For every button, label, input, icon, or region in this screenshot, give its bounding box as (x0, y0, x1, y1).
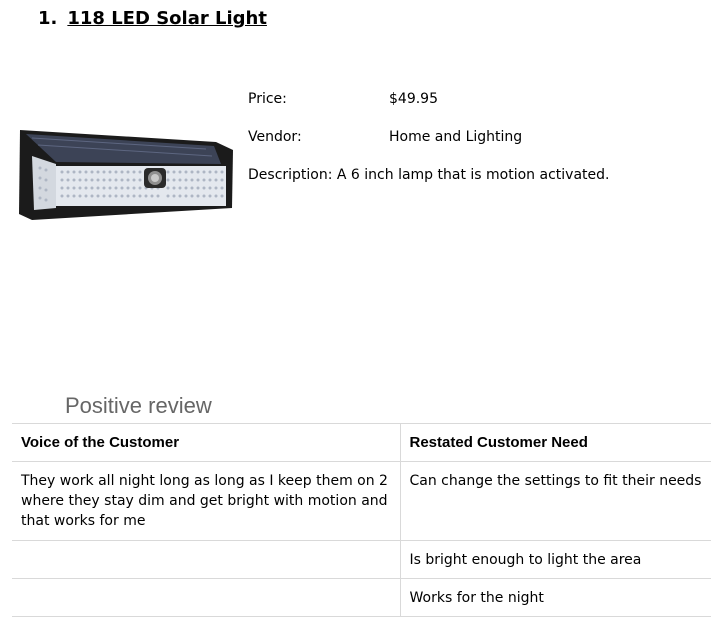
price-value: $49.95 (389, 91, 438, 107)
vendor-value: Home and Lighting (389, 129, 523, 145)
need-cell: Works for the night (399, 578, 711, 617)
product-heading: 1. 118 LED Solar Light (38, 8, 267, 29)
vendor-label: Vendor: (248, 129, 302, 145)
solar-light-image (19, 130, 233, 220)
need-cell: Is bright enough to light the area (399, 540, 711, 579)
need-cell: Can change the settings to fit their nee… (399, 461, 711, 541)
review-section-title: Positive review (65, 393, 212, 418)
column-header-need: Restated Customer Need (399, 423, 711, 462)
voice-cell (12, 578, 400, 617)
column-header-voice: Voice of the Customer (12, 423, 400, 462)
table-row: Is bright enough to light the area (12, 540, 711, 579)
description-row: Description: A 6 inch lamp that is motio… (248, 167, 609, 183)
voice-cell (12, 540, 400, 579)
voice-cell: They work all night long as long as I ke… (12, 461, 400, 541)
table-row: They work all night long as long as I ke… (12, 461, 711, 541)
description-value: A 6 inch lamp that is motion activated. (336, 167, 610, 183)
price-label: Price: (248, 91, 287, 107)
customer-needs-table: Voice of the Customer Restated Customer … (12, 423, 711, 617)
table-header-row: Voice of the Customer Restated Customer … (12, 423, 711, 462)
product-title: 118 LED Solar Light (67, 8, 267, 29)
heading-number: 1. (38, 8, 58, 29)
description-label: Description: (248, 167, 333, 183)
table-row: Works for the night (12, 578, 711, 617)
